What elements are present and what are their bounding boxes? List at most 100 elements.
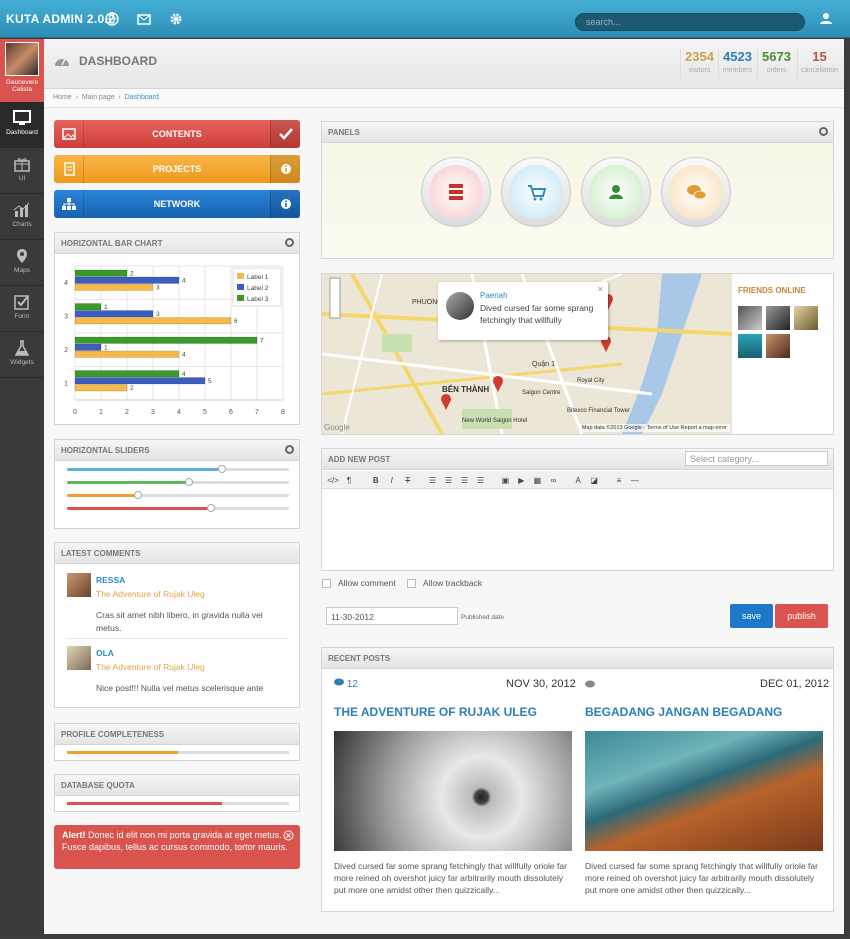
user-icon[interactable] xyxy=(820,12,834,26)
x-tick-label: 8 xyxy=(281,409,285,416)
link-icon[interactable]: ∞ xyxy=(546,476,560,486)
friend-avatar[interactable] xyxy=(766,334,790,358)
bar xyxy=(74,269,128,277)
sidebar-user[interactable]: Geunevere Calista xyxy=(0,39,44,102)
quota-progress xyxy=(67,802,289,805)
editor-toolbar: </> ¶ BIT ☰ ☰ ☰ ☰ ▣ ▶ ▦ ∞ A ◪ ≡ — xyxy=(322,471,833,489)
y-tick-label: 4 xyxy=(64,280,68,287)
gear-icon[interactable] xyxy=(819,127,828,136)
image-icon[interactable]: ▣ xyxy=(498,476,512,486)
avatar[interactable] xyxy=(5,42,39,76)
sidebar-item-form[interactable]: Form xyxy=(0,286,44,332)
map[interactable]: BẾN THÀNH PHUONG Quận 1 Saigon Centre Ro… xyxy=(322,274,732,434)
date-input[interactable]: 11-30-2012 xyxy=(326,607,458,625)
comment-post-title[interactable]: The Adventure of Rujak Uleg xyxy=(96,589,205,599)
bar-value-label: 1 xyxy=(104,304,108,311)
bar-value-label: 7 xyxy=(260,338,264,345)
friend-avatar[interactable] xyxy=(794,306,818,330)
slider-handle[interactable] xyxy=(185,478,194,486)
x-tick-label: 6 xyxy=(229,409,233,416)
save-button[interactable]: save xyxy=(730,604,773,628)
source-icon[interactable]: </> xyxy=(326,476,340,486)
comments-panel: LATEST COMMENTS RESSA The Adventure of R… xyxy=(54,542,300,708)
comment-post-title[interactable]: The Adventure of Rujak Uleg xyxy=(96,662,205,672)
list-ol-icon[interactable]: ☰ xyxy=(442,476,456,486)
hr-icon[interactable]: — xyxy=(628,476,642,486)
outdent-icon[interactable]: ☰ xyxy=(458,476,472,486)
map-label-bitexco: Bitexco Financial Tower xyxy=(567,408,630,414)
map-label-quan1: Quận 1 xyxy=(532,361,555,368)
envelope-icon[interactable] xyxy=(137,12,151,26)
sidebar-item-charts[interactable]: Charts xyxy=(0,194,44,240)
comments-icon[interactable] xyxy=(585,680,595,689)
comment-author[interactable]: OLA xyxy=(96,648,114,658)
comment-author[interactable]: RESSA xyxy=(96,575,125,585)
bar xyxy=(74,336,258,344)
slider[interactable] xyxy=(67,491,289,499)
slider-handle[interactable] xyxy=(218,465,227,473)
server-button[interactable] xyxy=(421,157,491,227)
category-select[interactable]: Select category... xyxy=(685,451,828,466)
slider[interactable] xyxy=(67,478,289,486)
projects-button[interactable]: PROJECTS xyxy=(54,155,300,183)
info-icon xyxy=(270,190,300,218)
strike-icon[interactable]: T xyxy=(401,476,415,486)
sidebar-item-dashboard[interactable]: Dashboard xyxy=(0,102,44,148)
allow-trackback-checkbox[interactable] xyxy=(407,579,416,588)
contents-button[interactable]: CONTENTS xyxy=(54,120,300,148)
friend-avatar[interactable] xyxy=(766,306,790,330)
slider-handle[interactable] xyxy=(134,491,143,499)
comment-count[interactable]: 12 xyxy=(334,678,358,690)
popup-name[interactable]: Paenah xyxy=(480,291,508,300)
slider-handle[interactable] xyxy=(207,504,216,512)
globe-icon[interactable] xyxy=(105,12,119,26)
font-color-icon[interactable]: A xyxy=(571,476,585,486)
slider[interactable] xyxy=(67,465,289,473)
sidebar-item-ui[interactable]: UI xyxy=(0,148,44,194)
legend-swatch xyxy=(237,273,244,279)
allow-comment-checkbox[interactable] xyxy=(322,579,331,588)
gear-icon[interactable] xyxy=(285,445,294,454)
editor-textarea[interactable] xyxy=(322,490,833,570)
post-title[interactable]: BEGADANG JANGAN BEGADANG xyxy=(585,705,782,719)
post-title[interactable]: THE ADVENTURE OF RUJAK ULEG xyxy=(334,705,537,719)
chat-button[interactable] xyxy=(661,157,731,227)
sidebar-item-maps[interactable]: Maps xyxy=(0,240,44,286)
panel-title-text: PANELS xyxy=(328,128,360,137)
avatar[interactable] xyxy=(67,573,91,597)
top-bar: KUTA ADMIN 2.0.2 search... xyxy=(0,0,850,38)
eraser-icon[interactable]: ◪ xyxy=(587,476,601,486)
breadcrumb-current[interactable]: Dashboard xyxy=(125,94,159,101)
list-ul-icon[interactable]: ☰ xyxy=(426,476,440,486)
friend-avatar[interactable] xyxy=(738,306,762,330)
breadcrumb-home[interactable]: Home xyxy=(53,94,72,101)
gear-icon[interactable] xyxy=(169,12,183,26)
friend-avatar[interactable] xyxy=(738,334,762,358)
italic-icon[interactable]: I xyxy=(385,476,399,486)
cart-button[interactable] xyxy=(501,157,571,227)
search-input[interactable]: search... xyxy=(575,13,805,31)
avatar[interactable] xyxy=(67,646,91,670)
post-image[interactable] xyxy=(585,731,823,851)
align-icon[interactable]: ≡ xyxy=(612,476,626,486)
post-image[interactable] xyxy=(334,731,572,851)
user-button[interactable] xyxy=(581,157,651,227)
app-title[interactable]: KUTA ADMIN 2.0.2 xyxy=(6,12,115,26)
breadcrumb-main[interactable]: Main page xyxy=(82,94,115,101)
bar xyxy=(74,350,180,358)
x-tick-label: 1 xyxy=(99,409,103,416)
video-icon[interactable]: ▶ xyxy=(514,476,528,486)
sidebar-item-widgets[interactable]: Widgets xyxy=(0,332,44,378)
paragraph-icon[interactable]: ¶ xyxy=(342,476,356,486)
close-icon[interactable]: × xyxy=(598,284,603,294)
close-icon[interactable] xyxy=(283,830,294,841)
indent-icon[interactable]: ☰ xyxy=(474,476,488,486)
bar xyxy=(74,343,102,351)
bold-icon[interactable]: B xyxy=(369,476,383,486)
gear-icon[interactable] xyxy=(285,238,294,247)
publish-button[interactable]: publish xyxy=(775,604,828,628)
bar xyxy=(74,276,180,284)
slider[interactable] xyxy=(67,504,289,512)
table-icon[interactable]: ▦ xyxy=(530,476,544,486)
network-button[interactable]: NETWORK xyxy=(54,190,300,218)
